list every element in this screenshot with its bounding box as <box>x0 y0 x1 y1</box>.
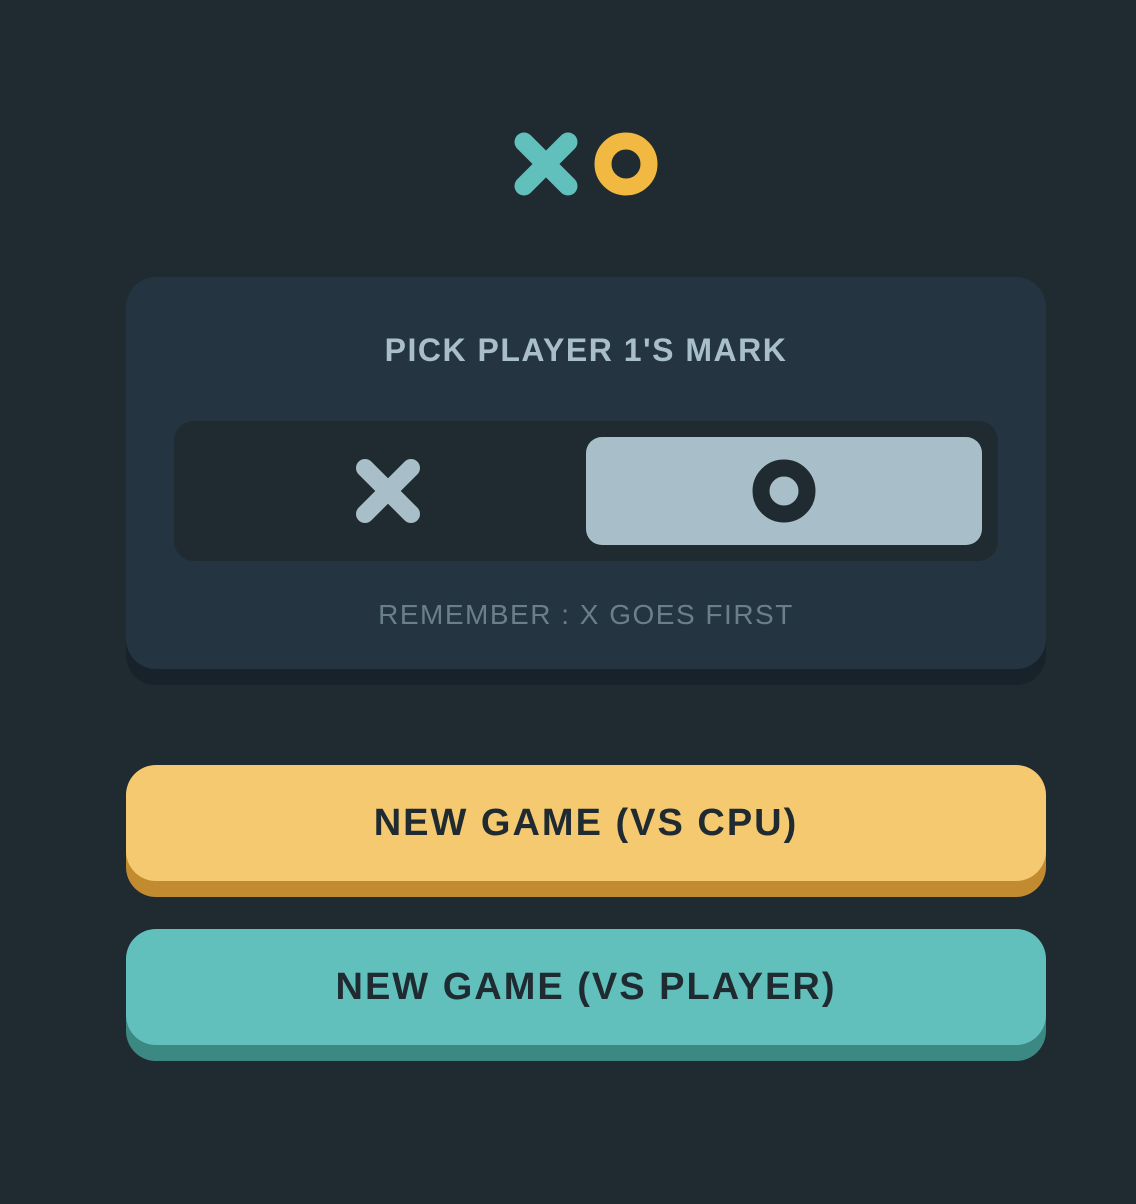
first-move-note: REMEMBER : X GOES FIRST <box>378 599 794 630</box>
o-mark-icon <box>752 459 816 523</box>
new-game-vs-player-button[interactable]: NEW GAME (VS PLAYER) <box>126 929 1046 1045</box>
mark-toggle[interactable] <box>174 421 998 561</box>
x-mark-icon <box>356 459 420 523</box>
picker-title: PICK PLAYER 1'S MARK <box>384 332 788 368</box>
mark-option-o[interactable] <box>586 437 982 545</box>
game-logo <box>514 132 660 198</box>
mark-option-x[interactable] <box>190 437 586 545</box>
o-mark-icon <box>594 132 658 196</box>
mark-picker-card: PICK PLAYER 1'S MARK REMEMBER : X GOES F… <box>126 277 1046 669</box>
new-game-vs-cpu-button[interactable]: NEW GAME (VS CPU) <box>126 765 1046 881</box>
x-mark-icon <box>514 132 578 196</box>
